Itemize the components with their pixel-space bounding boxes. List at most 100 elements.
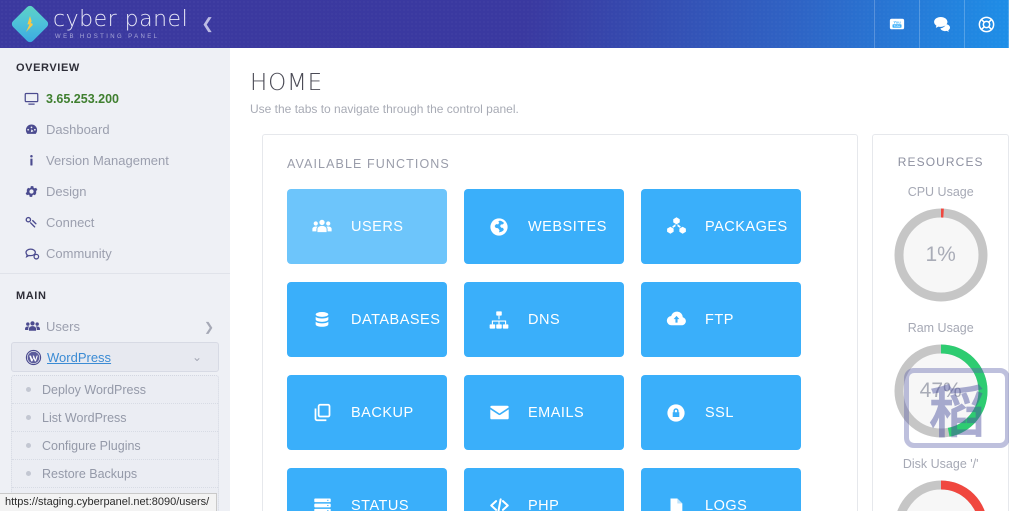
sidebar-subitem-label: Restore Backups xyxy=(42,466,138,481)
lock-icon xyxy=(663,402,689,424)
sidebar-subitem-restore-backups[interactable]: Restore Backups xyxy=(12,460,218,488)
tile-users[interactable]: USERS xyxy=(287,189,447,264)
sidebar-section-title-main: MAIN xyxy=(0,273,230,311)
chevron-left-icon[interactable]: ❮ xyxy=(201,17,214,32)
sidebar-item-label: WordPress xyxy=(47,349,112,365)
envelope-icon xyxy=(486,401,512,424)
tile-label: DATABASES xyxy=(351,311,441,328)
tile-label: PHP xyxy=(528,497,560,511)
svg-text:Tube: Tube xyxy=(894,24,901,28)
sitemap-icon xyxy=(486,309,512,331)
bullet-icon xyxy=(26,443,31,448)
tile-label: WEBSITES xyxy=(528,218,607,235)
tile-databases[interactable]: DATABASES xyxy=(287,282,447,357)
gear-icon xyxy=(24,184,46,199)
tile-label: SSL xyxy=(705,404,734,421)
page-subtitle: Use the tabs to navigate through the con… xyxy=(250,102,519,116)
dashboard-gauge-icon xyxy=(24,122,46,137)
tile-label: USERS xyxy=(351,218,404,235)
tile-label: DNS xyxy=(528,311,561,328)
tile-label: EMAILS xyxy=(528,404,585,421)
gauge-disk-usage xyxy=(891,477,991,511)
available-functions-card: AVAILABLE FUNCTIONS USERS WEBSITES PACKA… xyxy=(262,134,859,511)
lifebuoy-support-icon[interactable] xyxy=(964,0,1009,48)
sidebar-subitem-configure-plugins[interactable]: Configure Plugins xyxy=(12,432,218,460)
chat-icon[interactable] xyxy=(919,0,964,48)
sidebar-item-label: Design xyxy=(46,184,87,199)
brand-text: cyber panel WEB HOSTING PANEL xyxy=(53,8,188,40)
sidebar-item-connect[interactable]: Connect xyxy=(0,207,230,238)
sidebar-item-label: Dashboard xyxy=(46,122,110,137)
tile-packages[interactable]: PACKAGES xyxy=(641,189,801,264)
youtube-icon[interactable]: You Tube xyxy=(874,0,919,48)
sidebar-item-label: Connect xyxy=(46,215,95,230)
sidebar-section-title-overview: OVERVIEW xyxy=(16,62,80,74)
gauge-value-ram: 47% xyxy=(919,379,962,402)
tile-ftp[interactable]: FTP xyxy=(641,282,801,357)
gauge-ram-usage: 47% xyxy=(891,341,991,441)
browser-status-bar-url: https://staging.cyberpanel.net:8090/user… xyxy=(0,493,218,511)
tile-label: BACKUP xyxy=(351,404,414,421)
page-title: HOME xyxy=(250,70,323,96)
code-icon xyxy=(486,494,512,511)
tile-dns[interactable]: DNS xyxy=(464,282,624,357)
bullet-icon xyxy=(26,415,31,420)
brand-header: cyber panel WEB HOSTING PANEL ❮ xyxy=(0,0,230,48)
sidebar: cyber panel WEB HOSTING PANEL ❮ OVERVIEW… xyxy=(0,0,230,511)
chat-bubbles-icon xyxy=(24,246,46,262)
cloud-upload-icon xyxy=(663,308,689,331)
function-tiles-grid: USERS WEBSITES PACKAGES DATABASES DNS FT… xyxy=(287,189,833,511)
sidebar-item-wordpress[interactable]: WordPress ⌄ xyxy=(11,342,219,372)
resources-card: RESOURCES CPU Usage 1% Ram Usage 47% Dis… xyxy=(872,134,1009,511)
resources-heading: RESOURCES xyxy=(897,155,984,169)
gauge-label-cpu: CPU Usage xyxy=(907,185,974,199)
brand-tagline: WEB HOSTING PANEL xyxy=(55,33,160,40)
tile-status[interactable]: STATUS xyxy=(287,468,447,511)
sidebar-item-ip-address[interactable]: 3.65.253.200 xyxy=(0,83,230,114)
sidebar-item-users[interactable]: Users ❯ xyxy=(0,311,230,342)
tile-ssl[interactable]: SSL xyxy=(641,375,801,450)
tile-label: FTP xyxy=(705,311,734,328)
tile-label: STATUS xyxy=(351,497,410,511)
info-icon xyxy=(24,153,46,168)
sidebar-subitem-label: Deploy WordPress xyxy=(42,382,146,397)
tile-php[interactable]: PHP xyxy=(464,468,624,511)
tile-logs[interactable]: LOGS xyxy=(641,468,801,511)
main-area: You Tube HOME Use the tabs to navigate t… xyxy=(230,0,1009,511)
gauge-cpu-usage: 1% xyxy=(891,205,991,305)
page-header: HOME Use the tabs to navigate through th… xyxy=(230,48,1009,116)
copy-icon xyxy=(309,402,335,423)
cyberpanel-diamond-bolt-logo-icon xyxy=(10,4,50,44)
globe-icon xyxy=(486,216,512,238)
file-icon xyxy=(663,495,689,511)
sidebar-item-label: Users xyxy=(46,319,80,334)
sidebar-subitem-label: Configure Plugins xyxy=(42,438,141,453)
sidebar-item-version-management[interactable]: Version Management xyxy=(0,145,230,176)
wordpress-icon xyxy=(25,349,47,366)
tile-backup[interactable]: BACKUP xyxy=(287,375,447,450)
sidebar-item-label: Version Management xyxy=(46,153,169,168)
top-header-bar: You Tube xyxy=(230,0,1009,48)
gauge-label-disk: Disk Usage '/' xyxy=(902,457,979,471)
sidebar-item-label: 3.65.253.200 xyxy=(46,91,119,106)
chevron-right-icon: ❯ xyxy=(203,319,214,334)
sidebar-item-design[interactable]: Design xyxy=(0,176,230,207)
sidebar-submenu-wordpress: Deploy WordPress List WordPress Configur… xyxy=(11,375,219,511)
tile-websites[interactable]: WEBSITES xyxy=(464,189,624,264)
sidebar-item-community[interactable]: Community xyxy=(0,238,230,269)
bullet-icon xyxy=(26,471,31,476)
sidebar-subitem-list-wordpress[interactable]: List WordPress xyxy=(12,404,218,432)
tile-label: PACKAGES xyxy=(705,218,788,235)
sidebar-item-dashboard[interactable]: Dashboard xyxy=(0,114,230,145)
top-header-icon-group: You Tube xyxy=(874,0,1009,48)
users-group-icon xyxy=(309,216,335,238)
server-icon xyxy=(309,495,335,511)
database-icon xyxy=(309,309,335,331)
sidebar-subitem-deploy-wordpress[interactable]: Deploy WordPress xyxy=(12,376,218,404)
cyberpanel-app: cyber panel WEB HOSTING PANEL ❮ OVERVIEW… xyxy=(0,0,1009,511)
tile-label: LOGS xyxy=(705,497,748,511)
tile-emails[interactable]: EMAILS xyxy=(464,375,624,450)
content-row: AVAILABLE FUNCTIONS USERS WEBSITES PACKA… xyxy=(230,116,1009,511)
sidebar-scroll: OVERVIEW 3.65.253.200 Dashboard Version … xyxy=(0,48,230,511)
gauge-value-cpu: 1% xyxy=(925,243,956,266)
